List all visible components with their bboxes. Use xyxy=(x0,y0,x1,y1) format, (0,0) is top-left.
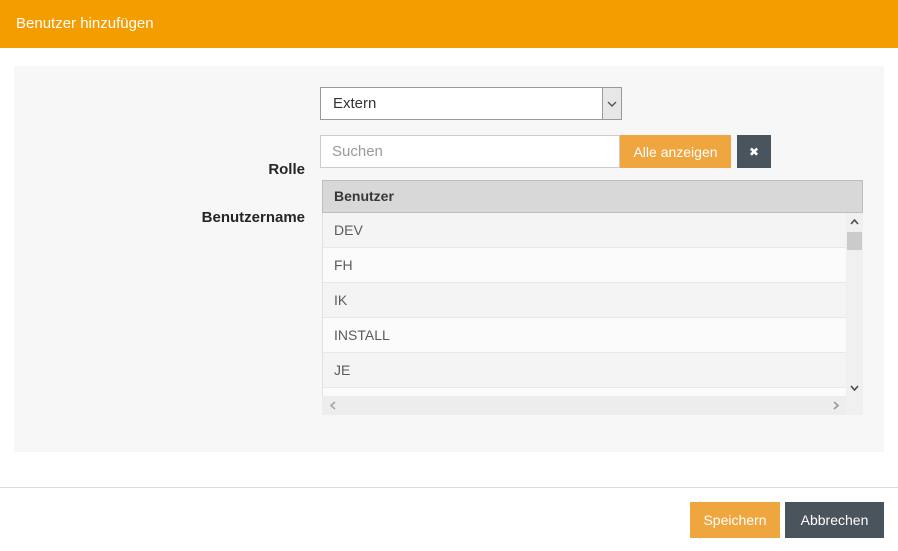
scrollbar-corner xyxy=(846,396,863,415)
form-panel: Rolle Extern Benutzername Alle anzeigen … xyxy=(14,66,884,452)
table-row[interactable]: INSTALL xyxy=(323,318,846,353)
close-icon: ✖ xyxy=(749,145,759,159)
scroll-left-icon[interactable] xyxy=(324,396,341,415)
dialog-title: Benutzer hinzufügen xyxy=(16,0,154,48)
role-label: Rolle xyxy=(100,161,305,178)
scroll-up-icon[interactable] xyxy=(846,213,863,230)
table-header-benutzer: Benutzer xyxy=(334,181,394,212)
table-header-row: Benutzer xyxy=(322,180,863,213)
table-row[interactable]: FH xyxy=(323,248,846,283)
role-select-value: Extern xyxy=(333,88,376,119)
scroll-down-icon[interactable] xyxy=(846,379,863,396)
username-search-input[interactable] xyxy=(320,135,620,168)
table-row[interactable]: JE xyxy=(323,353,846,388)
dialog-titlebar: Benutzer hinzufügen xyxy=(0,0,898,48)
add-user-dialog: Benutzer hinzufügen Rolle Extern Benutze… xyxy=(0,0,898,551)
user-table: Benutzer DEV FH IK INSTALL JE xyxy=(322,180,863,415)
clear-search-button[interactable]: ✖ xyxy=(737,135,771,168)
footer-divider xyxy=(0,487,898,488)
cancel-button[interactable]: Abbrechen xyxy=(785,502,884,538)
chevron-down-icon xyxy=(602,88,621,119)
table-row-partial xyxy=(323,388,846,396)
table-body: DEV FH IK INSTALL JE xyxy=(322,213,846,396)
table-row[interactable]: DEV xyxy=(323,213,846,248)
username-label: Benutzername xyxy=(100,209,305,226)
role-select[interactable]: Extern xyxy=(320,87,622,120)
vertical-scrollbar-thumb[interactable] xyxy=(847,232,862,250)
vertical-scrollbar[interactable] xyxy=(846,213,863,396)
show-all-button[interactable]: Alle anzeigen xyxy=(620,135,731,168)
scroll-right-icon[interactable] xyxy=(827,396,844,415)
save-button[interactable]: Speichern xyxy=(690,502,780,538)
horizontal-scrollbar[interactable] xyxy=(322,396,846,415)
table-row[interactable]: IK xyxy=(323,283,846,318)
